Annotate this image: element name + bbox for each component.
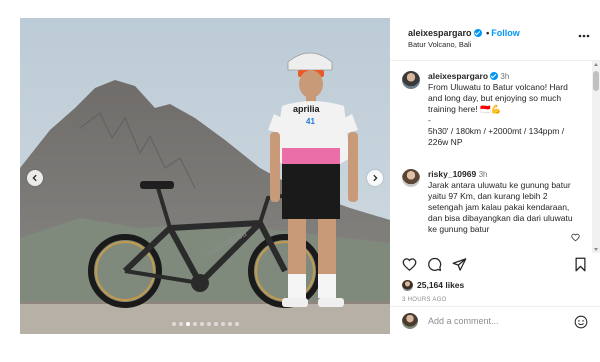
carousel-dot bbox=[199, 322, 204, 326]
commenter-avatar[interactable] bbox=[402, 169, 420, 187]
add-comment-bar bbox=[390, 306, 600, 335]
carousel-dot bbox=[178, 322, 183, 326]
carousel-next-button[interactable] bbox=[367, 170, 383, 186]
header-user-line: aleixespargaro • Follow bbox=[408, 28, 520, 38]
jersey-number-text: 41 bbox=[306, 117, 315, 126]
carousel-dot bbox=[234, 322, 239, 326]
header-separator: • bbox=[486, 28, 490, 38]
chevron-right-icon bbox=[373, 174, 378, 182]
carousel-dot bbox=[185, 322, 190, 326]
smile-icon[interactable] bbox=[574, 315, 588, 329]
caption-text: From Uluwatu to Batur volcano! Hard and … bbox=[428, 82, 568, 114]
follow-button[interactable]: Follow bbox=[491, 28, 520, 38]
more-horizontal-icon bbox=[578, 34, 590, 38]
current-user-avatar bbox=[402, 313, 418, 329]
post-timestamp[interactable]: 3 HOURS AGO bbox=[402, 297, 447, 303]
post-actions bbox=[390, 253, 600, 277]
chevron-left-icon bbox=[32, 174, 37, 182]
carousel-dot bbox=[206, 322, 211, 326]
post-location[interactable]: Batur Volcano, Bali bbox=[408, 40, 471, 49]
comment-text: Jarak antara uluwatu ke gunung batur yai… bbox=[428, 180, 573, 234]
heart-icon[interactable] bbox=[402, 257, 417, 272]
verified-badge-icon bbox=[473, 29, 482, 37]
scroll-down-arrow-icon[interactable] bbox=[594, 248, 598, 251]
bookmark-icon[interactable] bbox=[573, 257, 588, 272]
comment-icon[interactable] bbox=[427, 257, 442, 272]
volcano-cyclist-photo: specialized aprilia 41 bbox=[20, 18, 390, 334]
caption-dash: - bbox=[428, 115, 431, 125]
carousel-dot bbox=[213, 322, 218, 326]
liker-avatar[interactable] bbox=[402, 280, 413, 291]
instagram-post: specialized aprilia 41 aleixespargaro • … bbox=[0, 0, 600, 362]
caption-time[interactable]: 3h bbox=[500, 72, 509, 81]
likes-count[interactable]: 25,164 likes bbox=[417, 280, 464, 290]
comments-scrollbar[interactable] bbox=[592, 61, 600, 253]
scrollbar-thumb[interactable] bbox=[593, 71, 599, 91]
comments-list[interactable]: aleixespargaro 3h From Uluwatu to Batur … bbox=[390, 61, 590, 253]
caption-text-block: aleixespargaro 3h From Uluwatu to Batur … bbox=[428, 71, 582, 148]
comment-like-heart-icon[interactable] bbox=[571, 233, 580, 242]
caption-username[interactable]: aleixespargaro bbox=[428, 71, 488, 81]
post-header: aleixespargaro • Follow Batur Volcano, Ba… bbox=[390, 18, 600, 61]
comment-time[interactable]: 3h bbox=[479, 170, 488, 179]
scroll-up-arrow-icon[interactable] bbox=[594, 63, 598, 66]
carousel-dot bbox=[192, 322, 197, 326]
post-photo[interactable]: specialized aprilia 41 bbox=[20, 18, 390, 334]
carousel-prev-button[interactable] bbox=[27, 170, 43, 186]
caption-verified-badge-icon bbox=[490, 72, 499, 80]
caption-stats: 5h30' / 180km / +2000mt / 134ppm / 226w … bbox=[428, 126, 565, 147]
carousel-dot bbox=[171, 322, 176, 326]
carousel-dot bbox=[220, 322, 225, 326]
more-options-button[interactable] bbox=[578, 30, 590, 41]
comment-text-block: risky_10969 3h Jarak antara uluwatu ke g… bbox=[428, 169, 582, 235]
carousel-dots bbox=[20, 322, 390, 326]
post-side-panel: aleixespargaro • Follow Batur Volcano, Ba… bbox=[390, 18, 600, 334]
commenter-username[interactable]: risky_10969 bbox=[428, 169, 476, 179]
share-icon[interactable] bbox=[452, 257, 467, 272]
carousel-dot bbox=[227, 322, 232, 326]
author-username[interactable]: aleixespargaro bbox=[408, 28, 472, 38]
jersey-brand-text: aprilia bbox=[293, 104, 321, 114]
add-comment-input[interactable] bbox=[428, 314, 568, 328]
caption-author-avatar[interactable] bbox=[402, 71, 420, 89]
